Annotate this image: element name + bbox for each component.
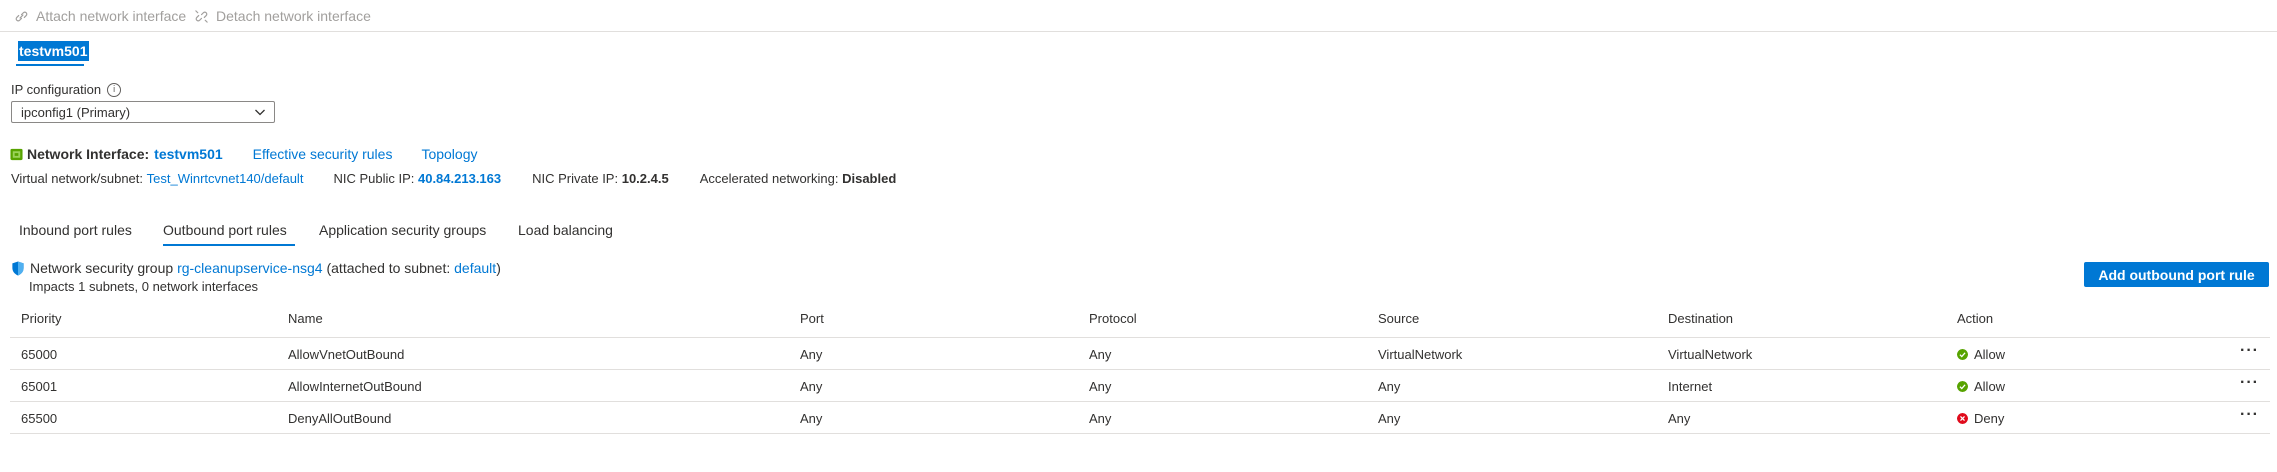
tab-outbound-port-rules[interactable]: Outbound port rules [163,222,287,238]
attach-network-interface-button[interactable]: Attach network interface [14,6,186,26]
network-details: Virtual network/subnet: Test_Winrtcvnet1… [11,170,896,186]
table-header: Priority Name Port Protocol Source Desti… [10,307,2270,338]
cell-protocol: Any [1089,379,1112,394]
cell-destination: Internet [1668,379,1713,394]
check-circle-icon [1957,349,1968,360]
vnet-subnet-link[interactable]: Test_Winrtcvnet140/default [147,171,304,186]
public-ip-label: NIC Public IP: [333,170,415,186]
nsg-attached-prefix: (attached to subnet: [326,260,451,276]
cell-port: Any [800,411,823,426]
cell-destination: Any [1668,411,1691,426]
attach-label: Attach network interface [36,8,187,24]
unlink-icon [195,9,208,23]
accelerated-networking-value: Disabled [842,170,897,186]
ip-configuration-text: IP configuration [11,82,102,97]
network-interface-summary: Network Interface: testvm501 Effective s… [10,145,478,163]
nsg-attached-suffix: ) [496,260,501,276]
header-name[interactable]: Name [288,311,323,326]
detach-label: Detach network interface [216,8,371,24]
detach-network-interface-button[interactable]: Detach network interface [194,6,371,26]
header-action[interactable]: Action [1957,311,1993,326]
cell-source: Any [1378,411,1401,426]
cell-destination: VirtualNetwork [1668,347,1753,362]
cell-action: Allow [1957,379,2005,394]
vnet-label: Virtual network/subnet: [11,170,143,186]
header-priority[interactable]: Priority [21,311,61,326]
more-icon[interactable]: ··· [2240,374,2259,392]
cell-name: AllowVnetOutBound [288,347,405,362]
table-row[interactable]: 65000 AllowVnetOutBound Any Any VirtualN… [10,338,2270,370]
header-port[interactable]: Port [800,311,824,326]
more-icon[interactable]: ··· [2240,342,2259,360]
ip-configuration-dropdown[interactable]: ipconfig1 (Primary) [11,101,275,123]
nic-tab-testvm501[interactable]: testvm501 [18,41,89,61]
tab-load-balancing[interactable]: Load balancing [518,222,613,238]
link-icon [15,11,28,21]
more-icon[interactable]: ··· [2240,406,2259,424]
network-interface-label: Network Interface: [27,146,150,162]
error-circle-icon [1957,413,1968,424]
chevron-down-icon [255,109,265,116]
tab-application-security-groups[interactable]: Application security groups [319,222,486,238]
cell-port: Any [800,379,823,394]
cell-port: Any [800,347,823,362]
ip-configuration-selected: ipconfig1 (Primary) [21,104,131,120]
header-source[interactable]: Source [1378,311,1419,326]
cell-source: VirtualNetwork [1378,347,1463,362]
effective-security-rules-link[interactable]: Effective security rules [253,146,393,162]
nsg-prefix: Network security group [30,260,174,276]
cell-action: Allow [1957,347,2005,362]
private-ip-label: NIC Private IP: [532,170,619,186]
check-circle-icon [1957,381,1968,392]
public-ip-link[interactable]: 40.84.213.163 [418,171,501,186]
cell-priority: 65001 [21,379,58,394]
table-row[interactable]: 65001 AllowInternetOutBound Any Any Any … [10,370,2270,402]
cell-protocol: Any [1089,347,1112,362]
cell-action: Deny [1957,411,2004,426]
ip-configuration-label: IP configuration i [11,82,122,97]
active-tab-underline [163,244,295,246]
cell-priority: 65000 [21,347,58,362]
action-label: Deny [1974,411,2005,426]
tab-inbound-port-rules[interactable]: Inbound port rules [19,222,132,238]
nsg-name-link[interactable]: rg-cleanupservice-nsg4 [177,260,323,276]
info-icon[interactable]: i [107,82,122,97]
table-row[interactable]: 65500 DenyAllOutBound Any Any Any Any De… [10,402,2270,434]
accelerated-networking-label: Accelerated networking: [699,170,839,186]
network-interface-link[interactable]: testvm501 [154,146,223,162]
command-bar: Attach network interface Detach network … [0,0,2277,32]
action-label: Allow [1974,347,2006,362]
nsg-subnet-link[interactable]: default [454,260,496,276]
header-destination[interactable]: Destination [1668,311,1733,326]
nsg-impacts: Impacts 1 subnets, 0 network interfaces [29,279,259,294]
topology-link[interactable]: Topology [421,146,477,162]
private-ip-value: 10.2.4.5 [621,170,669,186]
cell-source: Any [1378,379,1401,394]
nsg-summary: Network security group rg-cleanupservice… [11,259,501,277]
outbound-rules-table: Priority Name Port Protocol Source Desti… [10,307,2270,434]
network-interface-icon [10,148,23,160]
cell-name: AllowInternetOutBound [288,379,422,394]
shield-icon [12,260,24,276]
add-outbound-port-rule-button[interactable]: Add outbound port rule [2084,262,2269,287]
header-protocol[interactable]: Protocol [1089,311,1137,326]
nic-tab-underline [16,64,84,66]
action-label: Allow [1974,379,2006,394]
cell-protocol: Any [1089,411,1112,426]
cell-name: DenyAllOutBound [288,411,392,426]
cell-priority: 65500 [21,411,58,426]
